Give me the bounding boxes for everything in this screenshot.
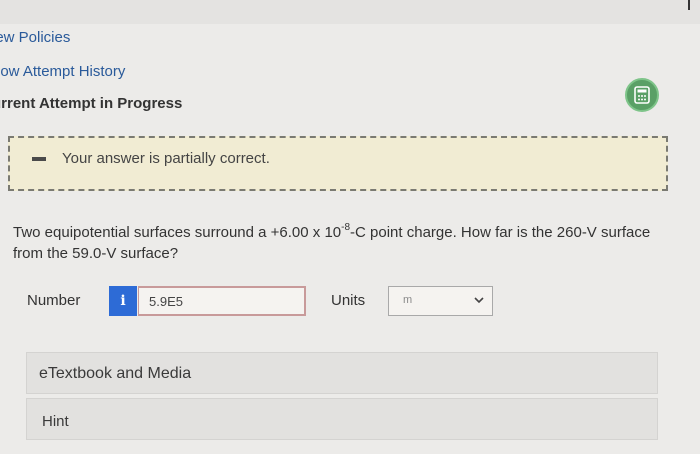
calculator-icon <box>634 86 650 104</box>
view-policies-link[interactable]: iew Policies <box>0 29 70 46</box>
question-text-before: Two equipotential surfaces surround a +6… <box>13 224 342 241</box>
scrollbar-edge <box>688 0 690 10</box>
top-bar <box>0 0 700 24</box>
etextbook-panel[interactable]: eTextbook and Media <box>26 352 658 394</box>
calculator-button[interactable] <box>625 78 659 112</box>
current-attempt-title: urrent Attempt in Progress <box>0 95 183 112</box>
question-text: Two equipotential surfaces surround a +6… <box>13 218 653 264</box>
units-select[interactable]: m <box>388 286 493 316</box>
question-exponent: -8 <box>341 222 351 233</box>
partial-correct-icon <box>32 157 46 161</box>
feedback-banner: Your answer is partially correct. <box>8 136 668 191</box>
chevron-down-icon <box>474 297 484 304</box>
feedback-message: Your answer is partially correct. <box>62 150 270 167</box>
number-label: Number <box>27 292 81 309</box>
number-answer-input[interactable] <box>138 286 306 316</box>
info-icon: i <box>120 293 126 309</box>
hint-panel[interactable]: Hint <box>26 398 658 440</box>
units-label: Units <box>331 292 366 309</box>
show-attempt-history-link[interactable]: now Attempt History <box>0 63 125 80</box>
info-button[interactable]: i <box>109 286 137 316</box>
hint-label: Hint <box>42 413 69 430</box>
units-selected-value: m <box>403 294 413 306</box>
etextbook-label: eTextbook and Media <box>39 365 192 382</box>
assignment-page: iew Policies now Attempt History urrent … <box>0 0 700 454</box>
